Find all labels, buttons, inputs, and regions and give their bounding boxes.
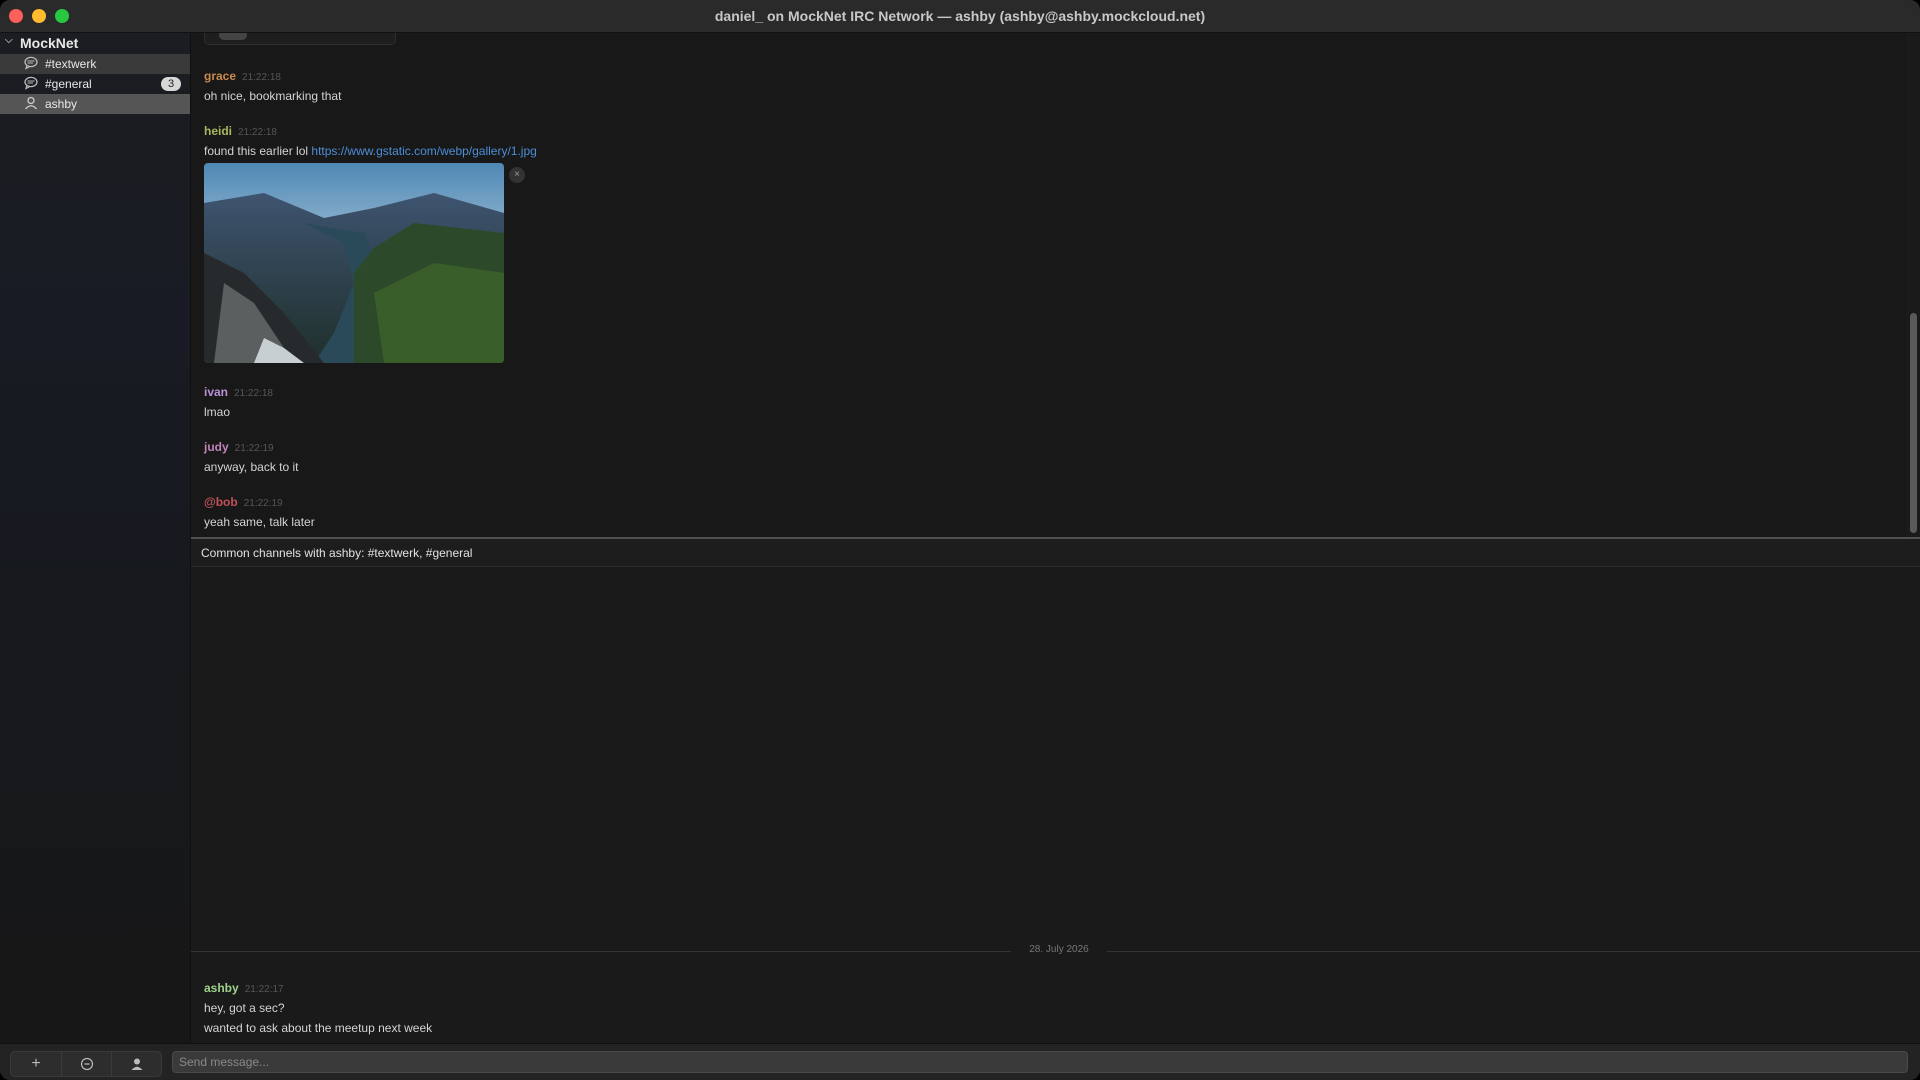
chevron-down-icon[interactable]: ⌵ (5, 35, 13, 46)
message-nick[interactable]: judy (204, 440, 229, 454)
link-preview-card[interactable] (204, 33, 396, 45)
sidebar: ⌵ MockNet #textwerk #general 3 ashby (0, 33, 191, 1043)
scrollbar[interactable] (1906, 33, 1920, 537)
message: grace 21:22:18 oh nice, bookmarking that (204, 69, 341, 103)
title-bar: daniel_ on MockNet IRC Network — ashby (… (0, 0, 1920, 33)
sidebar-item-label: #textwerk (45, 57, 97, 71)
close-icon[interactable]: × (509, 167, 525, 183)
network-name: MockNet (20, 35, 79, 51)
message: judy 21:22:19 anyway, back to it (204, 440, 299, 474)
speech-bubble-icon (23, 76, 39, 92)
message-text: found this earlier lol https://www.gstat… (204, 144, 537, 158)
smiley-icon (80, 1055, 94, 1072)
person-icon (130, 1055, 144, 1072)
unread-badge: 3 (161, 77, 181, 91)
sidebar-item-label: ashby (45, 97, 78, 111)
sidebar-item-general[interactable]: #general 3 (0, 74, 190, 94)
message-text: hey, got a sec? (204, 1001, 285, 1015)
separator-line (191, 951, 1011, 952)
preview-thumbnail (219, 33, 247, 40)
message-text: wanted to ask about the meetup next week (204, 1021, 433, 1035)
message-link[interactable]: https://www.gstatic.com/webp/gallery/1.j… (311, 144, 536, 158)
message-time: 21:22:18 (242, 72, 281, 83)
date-separator: 28. July 2026 (191, 943, 1920, 959)
add-button[interactable]: + (11, 1052, 61, 1076)
message-nick[interactable]: ivan (204, 385, 228, 399)
message-time: 21:22:18 (234, 388, 273, 399)
date-label: 28. July 2026 (1029, 944, 1089, 955)
message: @bob 21:22:19 yeah same, talk later (204, 495, 315, 529)
message-text: lmao (204, 405, 231, 419)
message: ivan 21:22:18 lmao (204, 385, 273, 419)
message-nick[interactable]: @bob (204, 495, 238, 509)
speech-bubble-icon (23, 56, 39, 72)
sidebar-item-textwerk[interactable]: #textwerk (0, 54, 190, 74)
separator-line (1107, 951, 1920, 952)
message-time: 21:22:19 (234, 443, 274, 454)
message: heidi 21:22:18 found this earlier lol htt… (204, 124, 537, 158)
sidebar-item-label: #general (45, 77, 92, 91)
scrollbar-thumb[interactable] (1910, 313, 1917, 533)
message-time: 21:22:18 (238, 127, 277, 138)
emoji-button[interactable] (61, 1052, 112, 1076)
toolbar-button-group: + (10, 1051, 162, 1077)
window-title: daniel_ on MockNet IRC Network — ashby (… (714, 8, 1206, 24)
message-nick[interactable]: grace (204, 69, 236, 83)
channel-log[interactable]: grace 21:22:18 oh nice, bookmarking that … (191, 33, 1920, 537)
message-text: oh nice, bookmarking that (204, 89, 342, 103)
landscape-image (204, 163, 504, 363)
message-time: 21:22:17 (244, 984, 284, 995)
user-info-button[interactable] (111, 1052, 162, 1076)
network-header[interactable]: ⌵ MockNet (0, 33, 190, 53)
message-input[interactable] (172, 1051, 1908, 1073)
query-log[interactable]: 28. July 2026 ashby 21:22:17 hey, got a s… (191, 567, 1920, 1043)
common-channels-bar: Common channels with ashby: #textwerk, #… (191, 539, 1920, 567)
message-text: anyway, back to it (204, 460, 299, 474)
app-window: daniel_ on MockNet IRC Network — ashby (… (0, 0, 1920, 1080)
image-preview[interactable] (204, 163, 504, 363)
person-icon (23, 96, 39, 112)
bottom-bar: + (0, 1043, 1920, 1080)
sidebar-item-ashby[interactable]: ashby (0, 94, 190, 114)
message-time: 21:22:19 (243, 498, 283, 509)
message-nick[interactable]: heidi (204, 124, 232, 138)
message-nick[interactable]: ashby (204, 981, 239, 995)
message-text-prefix: found this earlier lol (204, 144, 312, 158)
message: ashby 21:22:17 hey, got a sec? wanted to … (204, 981, 432, 1035)
message-text: yeah same, talk later (204, 515, 315, 529)
